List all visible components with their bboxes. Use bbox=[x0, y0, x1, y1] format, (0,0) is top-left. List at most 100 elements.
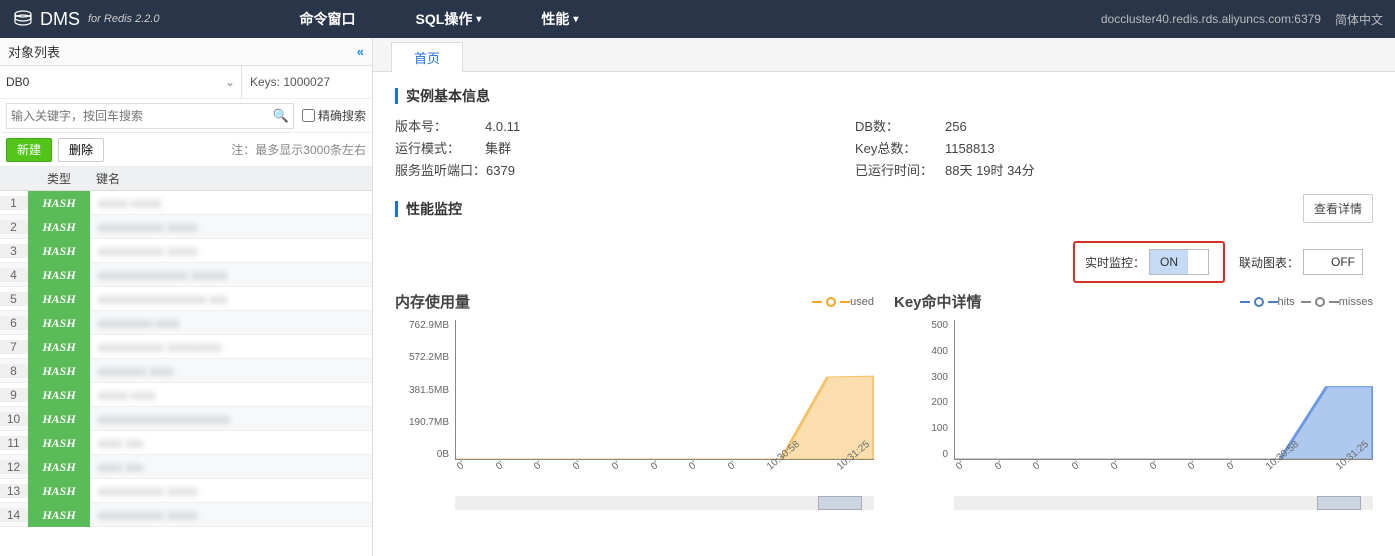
tab-home[interactable]: 首页 bbox=[391, 42, 463, 72]
row-index: 13 bbox=[0, 484, 28, 498]
col-type: 类型 bbox=[28, 170, 90, 187]
row-index: 12 bbox=[0, 460, 28, 474]
new-button[interactable]: 新建 bbox=[6, 138, 52, 162]
exact-search-checkbox[interactable]: 精确搜索 bbox=[302, 107, 366, 124]
row-index: 9 bbox=[0, 388, 28, 402]
brand-sub: for Redis 2.2.0 bbox=[88, 13, 160, 25]
row-index: 8 bbox=[0, 364, 28, 378]
type-badge: HASH bbox=[28, 383, 90, 407]
table-row[interactable]: 8HASHxxxxxxxx xxxx bbox=[0, 359, 372, 383]
sidebar-title-bar: 对象列表 « bbox=[0, 38, 372, 66]
key-name: xxxxxxxxxxx xxxxx bbox=[90, 484, 372, 498]
value-uptime: 88天 19时 34分 bbox=[945, 160, 1035, 182]
key-name: xxxxxxxxxxx xxxxx bbox=[90, 508, 372, 522]
search-icon[interactable]: 🔍 bbox=[273, 108, 289, 124]
table-row[interactable]: 4HASHxxxxxxxxxxxxxxx xxxxxx bbox=[0, 263, 372, 287]
row-index: 6 bbox=[0, 316, 28, 330]
chevron-down-icon: ▾ bbox=[476, 14, 481, 25]
view-detail-button[interactable]: 查看详情 bbox=[1303, 194, 1373, 223]
main-panel: 首页 实例基本信息 版本号：4.0.11 运行模式：集群 服务监听端口：6379… bbox=[373, 38, 1395, 556]
collapse-icon[interactable]: « bbox=[357, 44, 364, 59]
type-badge: HASH bbox=[28, 503, 90, 527]
keys-table: 类型 键名 1HASHxxxxx xxxxx2HASHxxxxxxxxxxx x… bbox=[0, 167, 372, 556]
table-row[interactable]: 2HASHxxxxxxxxxxx xxxxx bbox=[0, 215, 372, 239]
key-name: xxxxxxxxxxx xxxxx bbox=[90, 244, 372, 258]
connection-host: doccluster40.redis.rds.aliyuncs.com:6379 bbox=[1101, 12, 1321, 26]
chart-scrollbar[interactable] bbox=[455, 496, 874, 510]
realtime-toggle[interactable]: ON bbox=[1149, 249, 1209, 275]
chart-scrollbar[interactable] bbox=[954, 496, 1373, 510]
link-chart-control: 联动图表： OFF bbox=[1239, 249, 1367, 275]
row-index: 5 bbox=[0, 292, 28, 306]
tab-bar: 首页 bbox=[373, 38, 1395, 72]
key-name: xxxxxxxxxxxxxxxxxx xxx bbox=[90, 292, 372, 306]
row-index: 3 bbox=[0, 244, 28, 258]
type-badge: HASH bbox=[28, 263, 90, 287]
table-row[interactable]: 3HASHxxxxxxxxxxx xxxxx bbox=[0, 239, 372, 263]
nav-command[interactable]: 命令窗口 bbox=[300, 9, 356, 29]
section-instance-info: 实例基本信息 bbox=[395, 86, 1373, 106]
sidebar-title: 对象列表 bbox=[8, 42, 60, 61]
value-port: 6379 bbox=[486, 160, 515, 182]
type-badge: HASH bbox=[28, 431, 90, 455]
type-badge: HASH bbox=[28, 359, 90, 383]
table-row[interactable]: 9HASHxxxxx xxxx bbox=[0, 383, 372, 407]
nav-sql[interactable]: SQL操作▾ bbox=[416, 9, 482, 29]
row-index: 4 bbox=[0, 268, 28, 282]
row-index: 10 bbox=[0, 412, 28, 426]
value-mode: 集群 bbox=[485, 138, 511, 160]
table-row[interactable]: 1HASHxxxxx xxxxx bbox=[0, 191, 372, 215]
brand-name: DMS bbox=[40, 9, 80, 30]
database-icon bbox=[12, 8, 34, 30]
link-chart-toggle[interactable]: OFF bbox=[1303, 249, 1363, 275]
sidebar: 对象列表 « DB0 ⌄ Keys: 1000027 🔍 精确搜索 新建 删除 … bbox=[0, 38, 373, 556]
label-version: 版本号： bbox=[395, 116, 485, 138]
table-row[interactable]: 14HASHxxxxxxxxxxx xxxxx bbox=[0, 503, 372, 527]
key-name: xxxxxxxxxxxxxxx xxxxxx bbox=[90, 268, 372, 282]
realtime-label: 实时监控： bbox=[1085, 254, 1145, 271]
value-dbnum: 256 bbox=[945, 116, 967, 138]
chart-keyhit-legend: hits misses bbox=[1240, 296, 1373, 308]
chevron-down-icon: ▾ bbox=[573, 14, 578, 25]
label-mode: 运行模式： bbox=[395, 138, 485, 160]
row-index: 14 bbox=[0, 508, 28, 522]
table-row[interactable]: 12HASHxxxx xxx bbox=[0, 455, 372, 479]
search-input-wrap: 🔍 bbox=[6, 103, 294, 129]
key-name: xxxxxxxxxxxxxxxxxxxxxx bbox=[90, 412, 372, 426]
label-port: 服务监听端口： bbox=[395, 160, 486, 182]
db-select[interactable]: DB0 ⌄ bbox=[0, 66, 242, 98]
key-name: xxxxxxxx xxxx bbox=[90, 364, 372, 378]
chart-keyhit-title: Key命中详情 bbox=[894, 291, 982, 312]
row-index: 1 bbox=[0, 196, 28, 210]
key-name: xxxx xxx bbox=[90, 436, 372, 450]
row-index: 11 bbox=[0, 436, 28, 450]
row-index: 7 bbox=[0, 340, 28, 354]
search-input[interactable] bbox=[11, 109, 273, 123]
key-name: xxxxx xxxxx bbox=[90, 196, 372, 210]
exact-checkbox[interactable] bbox=[302, 109, 315, 122]
section-perf: 性能监控 bbox=[395, 199, 462, 219]
key-name: xxxx xxx bbox=[90, 460, 372, 474]
label-dbnum: DB数： bbox=[855, 116, 945, 138]
type-badge: HASH bbox=[28, 479, 90, 503]
table-row[interactable]: 7HASHxxxxxxxxxxx xxxxxxxxx bbox=[0, 335, 372, 359]
label-keytotal: Key总数： bbox=[855, 138, 945, 160]
display-limit-note: 注：最多显示3000条左右 bbox=[231, 141, 366, 158]
language-selector[interactable]: 简体中文 bbox=[1335, 11, 1383, 28]
realtime-monitor-control: 实时监控： ON bbox=[1073, 241, 1225, 283]
nav-perf[interactable]: 性能▾ bbox=[541, 9, 578, 29]
table-row[interactable]: 11HASHxxxx xxx bbox=[0, 431, 372, 455]
key-name: xxxxx xxxx bbox=[90, 388, 372, 402]
delete-button[interactable]: 删除 bbox=[58, 138, 104, 162]
value-keytotal: 1158813 bbox=[945, 138, 995, 160]
table-row[interactable]: 5HASHxxxxxxxxxxxxxxxxxx xxx bbox=[0, 287, 372, 311]
top-header: DMS for Redis 2.2.0 命令窗口 SQL操作▾ 性能▾ docc… bbox=[0, 0, 1395, 38]
key-name: xxxxxxxxxxx xxxxxxxxx bbox=[90, 340, 372, 354]
link-chart-label: 联动图表： bbox=[1239, 254, 1299, 271]
table-row[interactable]: 13HASHxxxxxxxxxxx xxxxx bbox=[0, 479, 372, 503]
table-row[interactable]: 6HASHxxxxxxxxx xxxx bbox=[0, 311, 372, 335]
type-badge: HASH bbox=[28, 215, 90, 239]
row-index: 2 bbox=[0, 220, 28, 234]
table-row[interactable]: 10HASHxxxxxxxxxxxxxxxxxxxxxx bbox=[0, 407, 372, 431]
chart-keyhit: Key命中详情 hits misses 5004003002001000 0'0 bbox=[894, 291, 1373, 490]
